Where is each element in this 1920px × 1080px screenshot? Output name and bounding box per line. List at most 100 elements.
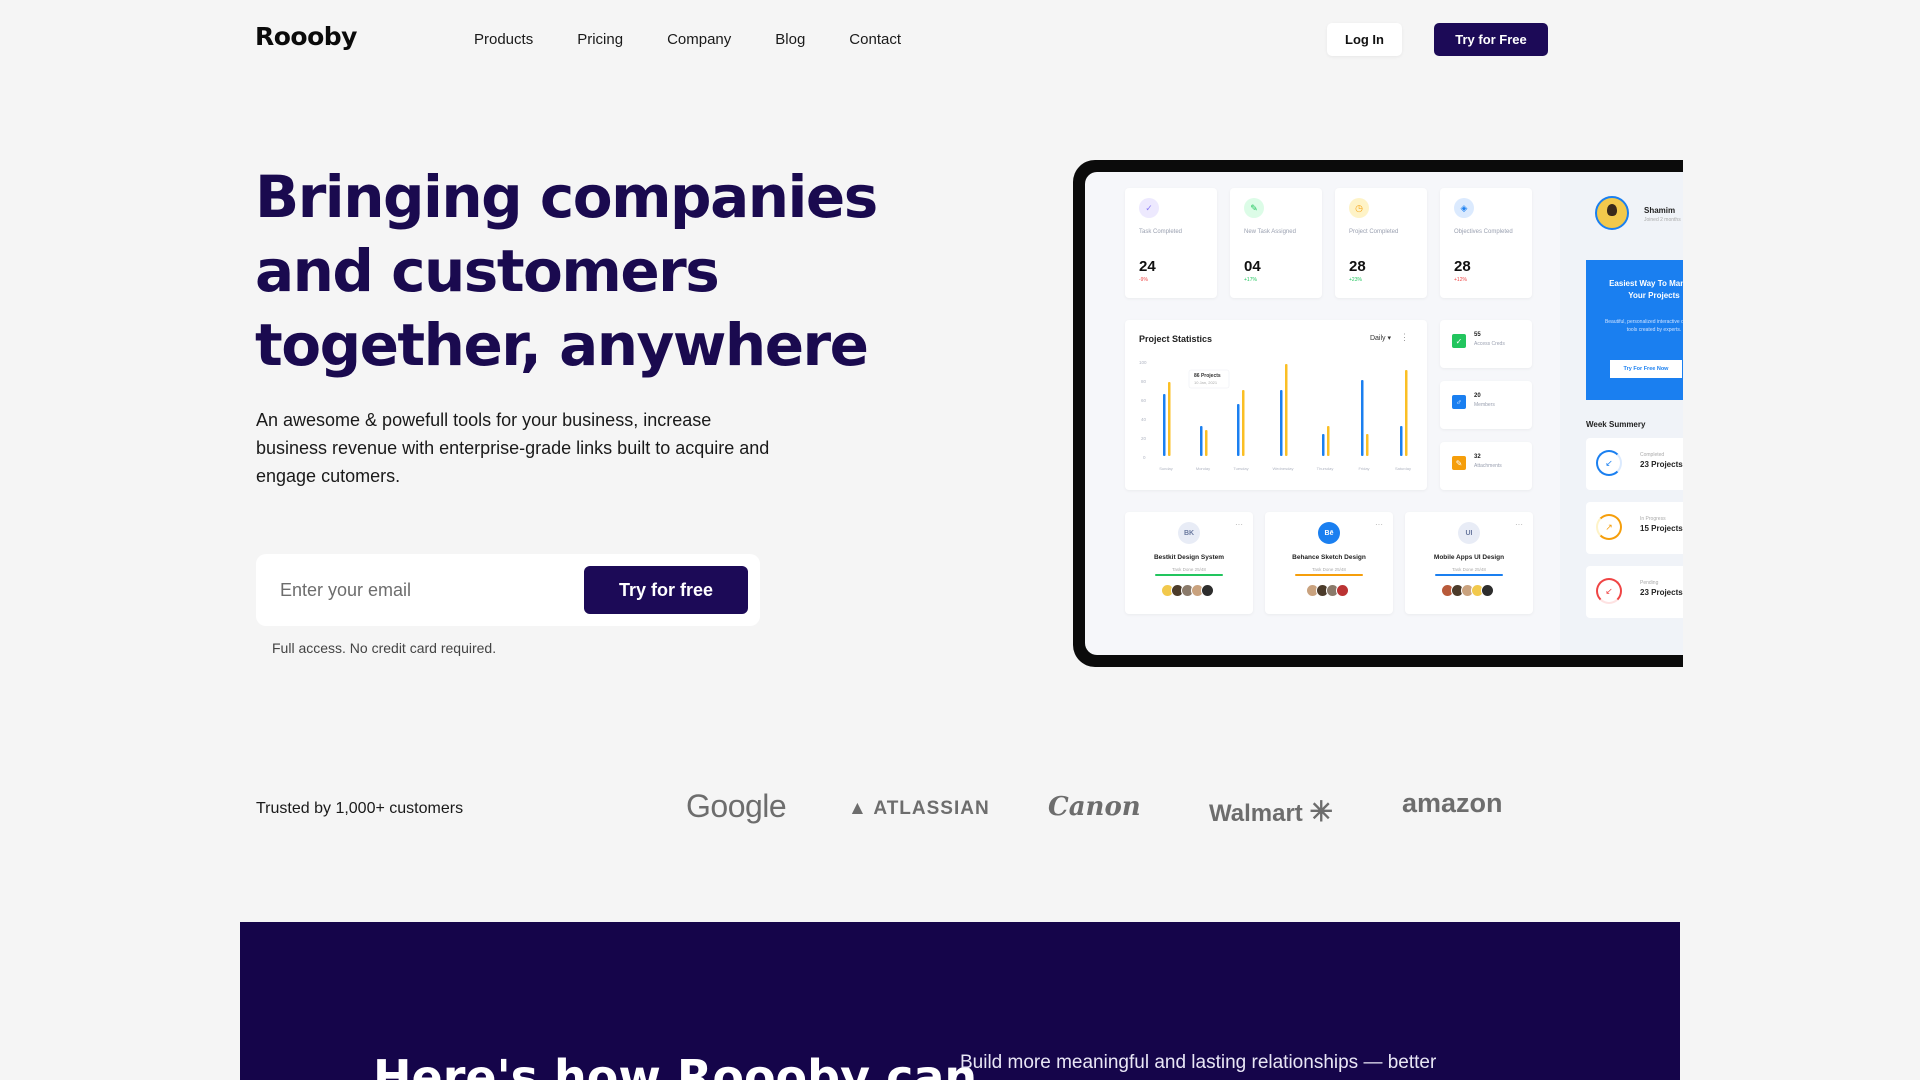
arrow-down-left-icon: ↙ bbox=[1596, 450, 1622, 476]
task-done: Task Done 25/48 bbox=[1312, 567, 1346, 572]
y-tick: 60 bbox=[1141, 398, 1147, 403]
y-tick: 20 bbox=[1141, 436, 1147, 441]
login-button[interactable]: Log In bbox=[1327, 23, 1402, 56]
stat-value: 28 bbox=[1349, 258, 1366, 275]
x-tick: Monday bbox=[1196, 466, 1210, 471]
stat-value: 04 bbox=[1244, 258, 1261, 275]
features-section: Here's how Roooby can Build more meaning… bbox=[240, 922, 1680, 1080]
top-nav: Roooby Products Pricing Company Blog Con… bbox=[0, 0, 1920, 82]
signup-note: Full access. No credit card required. bbox=[272, 640, 497, 656]
x-tick: Wednesday bbox=[1272, 466, 1293, 471]
stat-label: Objectives Completed bbox=[1454, 229, 1513, 235]
side-card-value: 20 bbox=[1474, 393, 1481, 399]
promo-card: Easiest Way To Manage Your Projects Beau… bbox=[1586, 260, 1683, 400]
chart-bar bbox=[1200, 426, 1203, 456]
x-tick: Tuesday bbox=[1233, 466, 1248, 471]
stat-delta: +17% bbox=[1244, 277, 1257, 283]
access-creds-card: ✓ 55 Access Creds bbox=[1440, 320, 1532, 368]
summary-value: 23 Projects bbox=[1640, 460, 1683, 469]
chart-bar bbox=[1285, 364, 1288, 456]
project-statistics-card: Project Statistics Daily ▾ ⋮ 100 80 60 4… bbox=[1125, 320, 1427, 490]
project-bar-chart: 100 80 60 40 20 0 Sunday Monday Tuesday … bbox=[1139, 360, 1411, 471]
y-tick: 80 bbox=[1141, 379, 1147, 384]
amazon-logo: amazon bbox=[1402, 788, 1503, 818]
y-tick: 100 bbox=[1139, 360, 1147, 365]
progress-bar bbox=[1295, 574, 1363, 576]
week-summary-item: ↙ Completed 23 Projects bbox=[1586, 438, 1683, 490]
nav-links: Products Pricing Company Blog Contact bbox=[474, 31, 945, 48]
more-icon[interactable]: ··· bbox=[1235, 520, 1243, 529]
chart-bar bbox=[1405, 370, 1408, 456]
summary-label: Completed bbox=[1640, 452, 1665, 458]
stat-delta: +12% bbox=[1454, 277, 1467, 283]
more-icon[interactable]: ··· bbox=[1375, 520, 1383, 529]
summary-value: 15 Projects bbox=[1640, 524, 1683, 533]
project-name: Bestkit Design System bbox=[1153, 554, 1225, 561]
members-card: ♂ 20 Members bbox=[1440, 381, 1532, 429]
atlassian-logo: ▲ ATLASSIAN bbox=[848, 798, 990, 820]
key-icon: ✓ bbox=[1452, 334, 1466, 348]
chart-bar bbox=[1163, 394, 1166, 456]
summary-value: 23 Projects bbox=[1640, 588, 1683, 597]
x-tick: Thursday bbox=[1317, 466, 1334, 471]
project-card[interactable]: Bē ··· Behance Sketch Design Task Done 2… bbox=[1265, 512, 1393, 614]
side-card-value: 55 bbox=[1474, 332, 1481, 338]
stat-card: ✓ Task Completed 24 -9% bbox=[1125, 188, 1217, 298]
avatar bbox=[1481, 584, 1494, 597]
attachments-card: ✎ 32 Attachments bbox=[1440, 442, 1532, 490]
chart-bar bbox=[1322, 434, 1325, 456]
project-card[interactable]: UI ··· Mobile Apps UI Design Task Done 2… bbox=[1405, 512, 1533, 614]
google-logo: Google bbox=[686, 788, 787, 824]
project-name: Mobile Apps UI Design bbox=[1433, 554, 1505, 561]
task-done: Task Done 25/48 bbox=[1172, 567, 1206, 572]
tooltip-value: 86 Projects bbox=[1194, 373, 1221, 379]
attachment-icon: ✎ bbox=[1452, 456, 1466, 470]
promo-title: Easiest Way To Manage Your Projects bbox=[1609, 279, 1683, 300]
avatar[interactable] bbox=[1595, 196, 1629, 230]
chart-bar bbox=[1280, 390, 1283, 456]
stat-card: ✎ New Task Assigned 04 +17% bbox=[1230, 188, 1322, 298]
email-input[interactable] bbox=[280, 576, 560, 604]
member-avatars bbox=[1265, 584, 1393, 597]
chart-bar bbox=[1205, 430, 1208, 456]
section-subtitle: Build more meaningful and lasting relati… bbox=[960, 1052, 1437, 1073]
summary-label: In Progress bbox=[1640, 516, 1666, 522]
more-icon[interactable]: ··· bbox=[1515, 520, 1523, 529]
chart-bar bbox=[1327, 426, 1330, 456]
nav-link-company[interactable]: Company bbox=[667, 31, 731, 48]
try-for-free-button[interactable]: Try for Free bbox=[1434, 23, 1548, 56]
member-avatars bbox=[1125, 584, 1253, 597]
check-icon: ✓ bbox=[1139, 198, 1159, 218]
avatar bbox=[1201, 584, 1214, 597]
stat-label: New Task Assigned bbox=[1244, 229, 1296, 235]
chart-bar bbox=[1366, 434, 1369, 456]
brand-logo[interactable]: Roooby bbox=[255, 22, 357, 51]
layers-icon: ◈ bbox=[1454, 198, 1474, 218]
project-card[interactable]: BK ··· Bestkit Design System Task Done 2… bbox=[1125, 512, 1253, 614]
email-signup-form: Try for free bbox=[256, 554, 760, 626]
y-tick: 40 bbox=[1141, 417, 1147, 422]
dashboard-screen: ✓ Task Completed 24 -9% ✎ New Task Assig… bbox=[1085, 172, 1683, 655]
side-card-value: 32 bbox=[1474, 454, 1481, 460]
nav-link-products[interactable]: Products bbox=[474, 31, 533, 48]
right-panel: Shamim Joined 2 months Easiest Way To Ma… bbox=[1560, 172, 1683, 655]
atlassian-wordmark: ATLASSIAN bbox=[873, 798, 990, 819]
nav-link-contact[interactable]: Contact bbox=[849, 31, 901, 48]
stat-card: ◈ Objectives Completed 28 +12% bbox=[1440, 188, 1532, 298]
chart-bar bbox=[1237, 404, 1240, 456]
hero-subtitle: An awesome & powefull tools for your bus… bbox=[256, 410, 770, 486]
hero-try-free-button[interactable]: Try for free bbox=[584, 566, 748, 614]
promo-button[interactable]: Try For Free Now bbox=[1610, 360, 1682, 378]
side-card-label: Attachments bbox=[1474, 463, 1502, 469]
trusted-by-label: Trusted by 1,000+ customers bbox=[256, 800, 464, 817]
chart-bar bbox=[1168, 382, 1171, 456]
nav-link-blog[interactable]: Blog bbox=[775, 31, 805, 48]
y-tick: 0 bbox=[1143, 455, 1146, 460]
stat-label: Task Completed bbox=[1139, 229, 1183, 235]
stat-value: 24 bbox=[1139, 258, 1156, 275]
profile-subtitle: Joined 2 months bbox=[1644, 217, 1681, 223]
task-done: Task Done 25/48 bbox=[1452, 567, 1486, 572]
project-name: Behance Sketch Design bbox=[1292, 554, 1366, 561]
side-card-label: Members bbox=[1474, 402, 1495, 408]
nav-link-pricing[interactable]: Pricing bbox=[577, 31, 623, 48]
